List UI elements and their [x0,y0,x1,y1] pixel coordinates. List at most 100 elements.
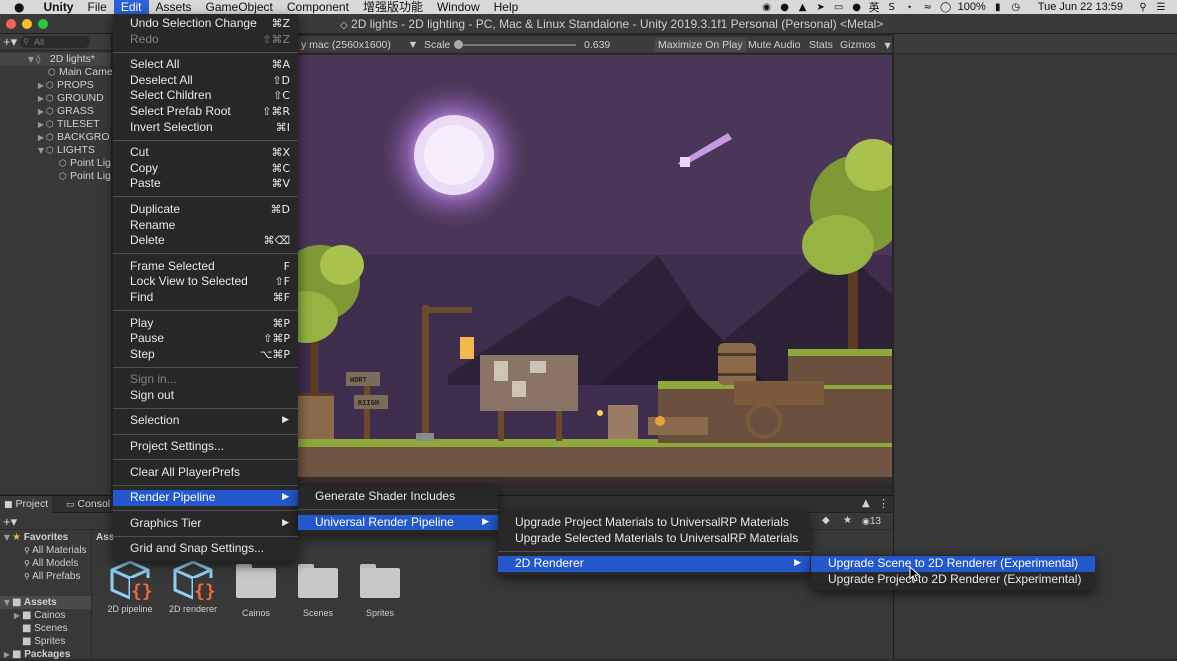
menu-item-upgrade-project-materials[interactable]: Upgrade Project Materials to UniversalRP… [498,515,810,531]
menu-item-delete[interactable]: Delete ⌘⌫ [113,233,298,249]
apple-menu-icon[interactable]: ● [0,0,36,14]
tab-project[interactable]: ■ Project [0,496,53,513]
expand-triangle-icon[interactable]: ▶ [12,609,22,622]
menu-item-render-pipeline[interactable]: Render Pipeline ▶ [113,490,298,506]
menu-edit[interactable]: Edit [113,0,149,14]
zoom-window-button[interactable] [38,19,48,29]
scale-slider-thumb[interactable] [454,40,463,49]
lock-icon[interactable]: ▲ [862,498,870,509]
menu-item-generate-shader-includes[interactable]: Generate Shader Includes [298,489,498,505]
hierarchy-row[interactable]: ⬡ Point Lig [0,157,111,170]
accessibility-icon[interactable]: ◯ [940,2,952,13]
expand-triangle-icon[interactable]: ▼ [2,596,12,609]
menu-item-pause[interactable]: Pause ⇧⌘P [113,331,298,347]
menu-item-graphics-tier[interactable]: Graphics Tier ▶ [113,516,298,532]
battery-icon[interactable]: ▮ [992,2,1004,13]
menu-item-step[interactable]: Step ⌥⌘P [113,347,298,363]
menu-unity[interactable]: Unity [36,0,80,14]
wifi-icon[interactable]: ≈ [922,2,934,13]
menu-gameobject[interactable]: GameObject [199,0,280,14]
menu-item-duplicate[interactable]: Duplicate ⌘D [113,202,298,218]
favorite-item[interactable]: ⚲ All Models [0,557,91,570]
minimize-window-button[interactable] [22,19,32,29]
menu-item-grid-snap[interactable]: Grid and Snap Settings... [113,541,298,557]
qq-icon[interactable]: ▲ [797,2,809,13]
status-icon[interactable]: ● [779,2,791,13]
bluetooth-icon[interactable]: ⋆ [904,2,916,13]
menu-item-select-prefab-root[interactable]: Select Prefab Root ⇧⌘R [113,104,298,120]
menu-item-project-settings[interactable]: Project Settings... [113,439,298,455]
asset-folder-scenes[interactable]: Scenes [288,564,348,618]
hierarchy-row[interactable]: ▶ ⬡ GROUND [0,92,111,105]
menu-item-upgrade-scene-2d[interactable]: Upgrade Scene to 2D Renderer (Experiment… [811,556,1095,572]
expand-triangle-icon[interactable]: ▼ [26,53,36,66]
expand-triangle-icon[interactable]: ▶ [36,92,46,105]
folder-item[interactable]: ■ Sprites [0,635,91,648]
expand-triangle-icon[interactable]: ▶ [2,648,12,661]
asset-folder-sprites[interactable]: Sprites [350,564,410,618]
panel-menu-icon[interactable]: ⋮ [878,497,889,510]
expand-triangle-icon[interactable]: ▼ [36,144,46,157]
assets-header[interactable]: ▼ ■ Assets [0,596,91,609]
expand-triangle-icon[interactable]: ▶ [36,118,46,131]
favorite-star-icon[interactable]: ★ [843,515,852,526]
folder-item[interactable]: ▶ ■ Cainos [0,609,91,622]
spotlight-search-icon[interactable]: ⚲ [1137,2,1149,13]
menu-item-frame-selected[interactable]: Frame Selected F [113,259,298,275]
hierarchy-row[interactable]: ▶ ⬡ BACKGRO [0,131,111,144]
stats-toggle[interactable]: Stats [806,38,836,52]
menu-item-rename[interactable]: Rename [113,218,298,234]
time-machine-icon[interactable]: ◷ [1010,2,1022,13]
menu-help[interactable]: Help [487,0,526,14]
hierarchy-row[interactable]: ⬡ Point Lig [0,170,111,183]
menu-item-copy[interactable]: Copy ⌘C [113,161,298,177]
menu-component[interactable]: Component [280,0,356,14]
resolution-dropdown[interactable]: y mac (2560x1600) ▼ [298,38,418,52]
expand-triangle-icon[interactable]: ▶ [36,131,46,144]
label-filter-icon[interactable]: ◆ [822,515,830,526]
mute-audio-toggle[interactable]: Mute Audio [745,38,804,52]
record-icon[interactable]: ◉ [761,2,773,13]
send-icon[interactable]: ➤ [815,2,827,13]
hierarchy-row[interactable]: ⬡ Main Came [0,66,113,79]
hierarchy-row[interactable]: ▶ ⬡ GRASS [0,105,111,118]
menu-item-invert-selection[interactable]: Invert Selection ⌘I [113,120,298,136]
expand-triangle-icon[interactable]: ▼ [2,531,12,544]
clock[interactable]: Tue Jun 22 13:59 [1038,1,1123,13]
tab-console[interactable]: ▭ Consol [62,496,114,513]
expand-triangle-icon[interactable]: ▶ [36,105,46,118]
hierarchy-row[interactable]: ▶ ⬡ TILESET [0,118,111,131]
menu-item-sign-out[interactable]: Sign out [113,388,298,404]
menu-item-undo[interactable]: Undo Selection Change ⌘Z [113,16,298,32]
asset-folder-cainos[interactable]: Cainos [226,564,286,618]
folder-item[interactable]: ■ Scenes [0,622,91,635]
notification-center-icon[interactable]: ☰ [1155,2,1167,13]
hierarchy-row[interactable]: ▶ ⬡ PROPS [0,79,111,92]
asset-script-2d-renderer[interactable]: {} 2D renderer [163,558,223,614]
assets-breadcrumb[interactable]: Ass [96,532,114,543]
game-view-canvas[interactable]: WORT RIIGH [298,55,892,483]
menu-item-select-all[interactable]: Select All ⌘A [113,57,298,73]
menu-item-upgrade-project-2d[interactable]: Upgrade Project to 2D Renderer (Experime… [811,572,1095,588]
skype-icon[interactable]: S [886,2,898,13]
menu-assets[interactable]: Assets [149,0,199,14]
menu-item-selection[interactable]: Selection ▶ [113,413,298,429]
hidden-packages-toggle[interactable]: ◉13 [862,516,881,527]
hierarchy-row-scene[interactable]: ▼ ◊ 2D lights* [0,53,111,66]
menu-item-find[interactable]: Find ⌘F [113,290,298,306]
close-window-button[interactable] [6,19,16,29]
create-plus-icon[interactable]: +▾ [3,35,17,48]
create-plus-icon[interactable]: +▾ [3,514,17,530]
hierarchy-row[interactable]: ▼ ⬡ LIGHTS [0,144,111,157]
menu-item-upgrade-selected-materials[interactable]: Upgrade Selected Materials to UniversalR… [498,531,810,547]
hierarchy-search-input[interactable]: ⚲ All [20,36,91,48]
menu-enhanced[interactable]: 增强版功能 [356,0,430,14]
menu-item-universal-render-pipeline[interactable]: Universal Render Pipeline ▶ [298,514,498,531]
menu-item-lock-view[interactable]: Lock View to Selected ⇧F [113,274,298,290]
wechat-icon[interactable]: ● [851,2,863,13]
gizmos-dropdown[interactable]: Gizmos ▼ [837,38,894,52]
menu-item-select-children[interactable]: Select Children ⇧C [113,88,298,104]
maximize-on-play-toggle[interactable]: Maximize On Play [655,38,746,52]
expand-triangle-icon[interactable]: ▶ [36,79,46,92]
favorite-item[interactable]: ⚲ All Materials [0,544,91,557]
